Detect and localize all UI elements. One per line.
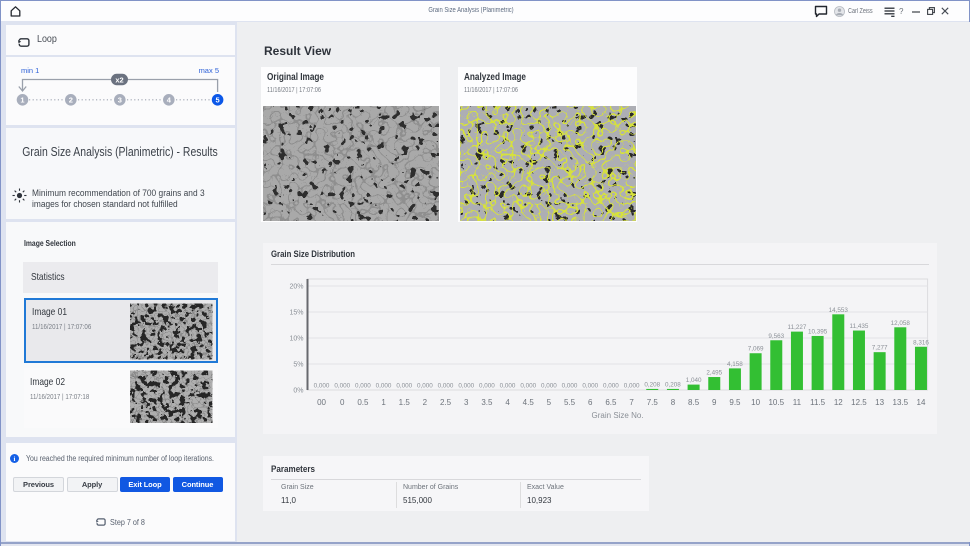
svg-text:9.5: 9.5 — [729, 398, 741, 407]
svg-text:9,563: 9,563 — [768, 333, 784, 340]
svg-text:11,435: 11,435 — [850, 323, 869, 330]
svg-text:12.5: 12.5 — [851, 398, 867, 407]
svg-text:0,000: 0,000 — [376, 383, 392, 390]
svg-text:0,000: 0,000 — [520, 383, 536, 390]
svg-text:3.5: 3.5 — [481, 398, 493, 407]
svg-text:Grain Size No.: Grain Size No. — [592, 411, 644, 420]
svg-text:6.5: 6.5 — [605, 398, 617, 407]
svg-text:14: 14 — [917, 398, 926, 407]
svg-text:10: 10 — [751, 398, 760, 407]
svg-text:11: 11 — [793, 398, 802, 407]
svg-text:1,040: 1,040 — [686, 377, 702, 384]
svg-text:0,000: 0,000 — [582, 383, 598, 390]
svg-text:0,000: 0,000 — [314, 383, 330, 390]
svg-text:8: 8 — [671, 398, 676, 407]
svg-text:2: 2 — [423, 398, 428, 407]
svg-text:4: 4 — [505, 398, 510, 407]
svg-text:0,000: 0,000 — [541, 383, 557, 390]
svg-text:0,000: 0,000 — [334, 383, 350, 390]
svg-text:0,000: 0,000 — [458, 383, 474, 390]
svg-text:0,000: 0,000 — [500, 383, 516, 390]
svg-text:2.5: 2.5 — [440, 398, 452, 407]
svg-text:10%: 10% — [289, 336, 303, 343]
svg-text:0,000: 0,000 — [396, 383, 412, 390]
svg-text:3: 3 — [118, 96, 122, 105]
svg-text:0,000: 0,000 — [438, 383, 454, 390]
svg-text:2,495: 2,495 — [706, 370, 722, 377]
svg-text:0,000: 0,000 — [355, 383, 371, 390]
svg-text:12,058: 12,058 — [891, 320, 911, 327]
svg-text:3: 3 — [464, 398, 469, 407]
svg-text:5: 5 — [547, 398, 552, 407]
svg-text:0,000: 0,000 — [624, 383, 640, 390]
svg-text:1: 1 — [20, 96, 24, 105]
svg-text:8.5: 8.5 — [688, 398, 700, 407]
svg-text:11.5: 11.5 — [810, 398, 826, 407]
svg-text:6: 6 — [588, 398, 593, 407]
svg-text:5.5: 5.5 — [564, 398, 576, 407]
svg-text:7: 7 — [629, 398, 634, 407]
svg-text:0: 0 — [340, 398, 345, 407]
svg-text:14,553: 14,553 — [829, 307, 849, 314]
svg-text:12: 12 — [834, 398, 843, 407]
svg-text:7,069: 7,069 — [748, 346, 764, 353]
svg-text:5%: 5% — [293, 362, 303, 369]
svg-text:4.5: 4.5 — [523, 398, 535, 407]
svg-text:0,000: 0,000 — [479, 383, 495, 390]
svg-text:10.5: 10.5 — [768, 398, 784, 407]
svg-text:7.5: 7.5 — [647, 398, 659, 407]
svg-text:4,158: 4,158 — [727, 361, 743, 368]
svg-text:1: 1 — [381, 398, 386, 407]
svg-text:0%: 0% — [293, 388, 303, 395]
svg-text:0,208: 0,208 — [665, 381, 681, 388]
svg-text:0,000: 0,000 — [562, 383, 578, 390]
svg-text:0,000: 0,000 — [603, 383, 619, 390]
svg-text:9: 9 — [712, 398, 717, 407]
svg-text:20%: 20% — [289, 284, 303, 291]
svg-text:13: 13 — [875, 398, 884, 407]
svg-text:7,277: 7,277 — [872, 345, 888, 352]
svg-text:1.5: 1.5 — [399, 398, 411, 407]
svg-text:5: 5 — [216, 96, 220, 105]
svg-text:2: 2 — [69, 96, 73, 105]
svg-text:x2: x2 — [115, 75, 123, 84]
svg-text:15%: 15% — [289, 310, 303, 317]
svg-text:10,395: 10,395 — [808, 328, 828, 335]
svg-text:00: 00 — [317, 398, 326, 407]
svg-text:13.5: 13.5 — [893, 398, 909, 407]
svg-text:0,208: 0,208 — [644, 381, 660, 388]
svg-text:8,316: 8,316 — [913, 339, 929, 346]
svg-text:11,227: 11,227 — [788, 324, 807, 331]
svg-text:0.5: 0.5 — [357, 398, 369, 407]
svg-text:0,000: 0,000 — [417, 383, 433, 390]
svg-text:i: i — [13, 456, 15, 463]
